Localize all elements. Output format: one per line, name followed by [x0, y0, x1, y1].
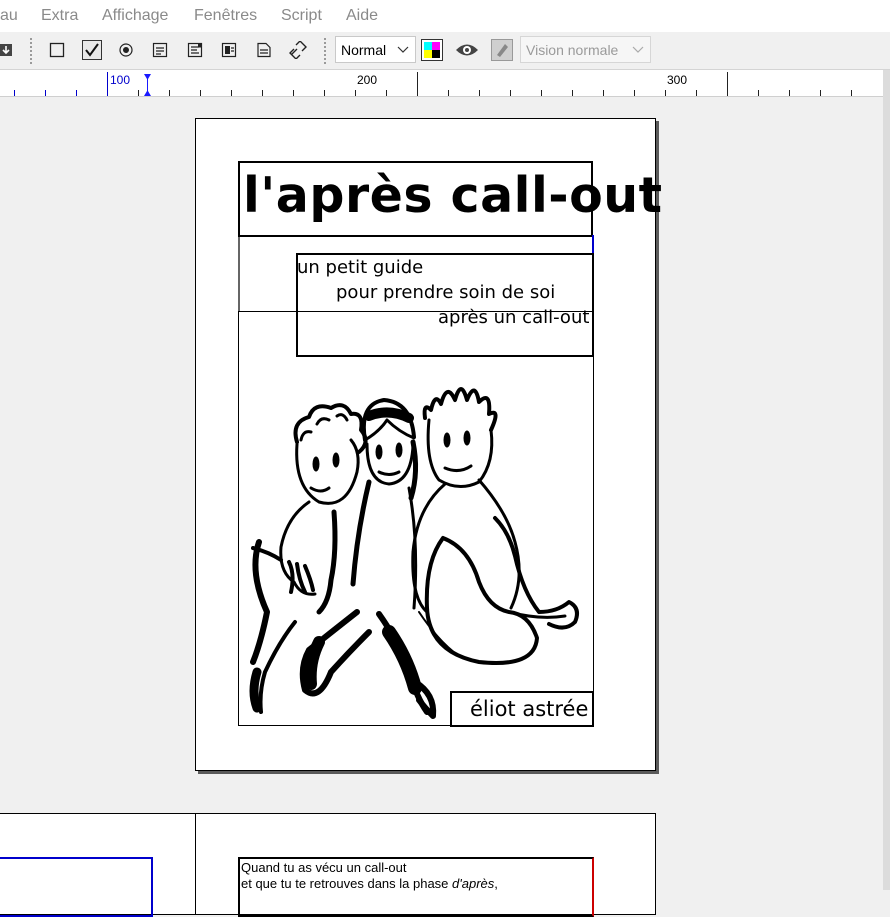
menu-item-aide[interactable]: Aide [346, 7, 378, 25]
menu-item-affichage[interactable]: Affichage [102, 7, 168, 25]
page2-line-2-italic: d'après [452, 876, 495, 891]
ruler-tick [479, 90, 480, 96]
page2-line-2-end: , [494, 876, 498, 891]
import-icon[interactable] [0, 38, 18, 62]
page-left-partial[interactable] [0, 813, 197, 917]
ruler-tick [231, 90, 232, 96]
illustration-three-people [249, 387, 579, 719]
combo-box-icon[interactable] [217, 38, 241, 62]
page-title: l'après call-out [243, 167, 663, 224]
chevron-down-icon [632, 46, 644, 53]
author-frame[interactable]: éliot astrée [450, 691, 594, 727]
subtitle-line-2: pour prendre soin de soi [336, 282, 556, 303]
toolbar: Normal Vision normale [0, 32, 890, 70]
ruler-label-100: 100 [110, 73, 131, 87]
ruler-tick [76, 90, 77, 96]
toolbar-grip[interactable] [30, 38, 32, 64]
page2-line-1: Quand tu as vécu un call-out [241, 860, 407, 875]
image-frame[interactable] [238, 311, 594, 726]
ruler-label-200: 200 [357, 73, 378, 87]
checkbox-icon[interactable] [80, 38, 104, 62]
ruler-tick [603, 90, 604, 96]
ruler-tick [448, 90, 449, 96]
zoom-combo-value: Normal [341, 41, 387, 58]
ruler-label-300: 300 [667, 73, 688, 87]
ruler-tick [262, 90, 263, 96]
menu-item-script[interactable]: Script [281, 7, 322, 25]
page2-text-frame[interactable]: Quand tu as vécu un call-out et que tu t… [238, 857, 594, 917]
ruler-tick [758, 90, 759, 96]
ruler-tick [541, 90, 542, 96]
edit-in-preview-icon[interactable] [490, 38, 514, 62]
toolbar-grip-2[interactable] [324, 38, 326, 64]
ruler-tick [386, 90, 387, 96]
text-field-icon[interactable] [148, 38, 172, 62]
view-mode-combo-value: Vision normale [526, 41, 619, 58]
page-1[interactable]: l'après call-out un petit guide pour pre… [195, 118, 662, 771]
ruler-tick [820, 90, 821, 96]
author-name: éliot astrée [470, 697, 589, 721]
title-frame[interactable]: l'après call-out [238, 161, 662, 237]
menu-item-extra[interactable]: Extra [41, 7, 78, 25]
ruler-tick [138, 90, 139, 96]
ruler-tick [45, 90, 46, 96]
eye-icon[interactable] [455, 38, 479, 62]
frame-edge [238, 235, 240, 311]
ruler-tick [107, 72, 108, 96]
pdf-text-icon[interactable] [252, 38, 276, 62]
ruler-tick [727, 72, 728, 96]
ruler-margin-marker-icon[interactable] [143, 74, 152, 96]
page2-line-2: et que tu te retrouves dans la phase d'a… [241, 876, 498, 891]
view-mode-combo[interactable]: Vision normale [520, 36, 651, 63]
ruler-tick [510, 90, 511, 96]
menu-item-niveau[interactable]: au [0, 7, 18, 25]
vertical-scrollbar[interactable] [883, 70, 890, 890]
ruler-tick [789, 90, 790, 96]
ruler-tick [14, 90, 15, 96]
ruler-tick [355, 90, 356, 96]
ruler-tick [417, 72, 418, 96]
zoom-combo[interactable]: Normal [335, 36, 416, 63]
menu-bar: au Extra Affichage Fenêtres Script Aide [0, 0, 890, 33]
subtitle-line-1: un petit guide [297, 257, 424, 278]
frame-icon[interactable] [45, 38, 69, 62]
horizontal-ruler[interactable]: 100 200 300 [0, 70, 890, 97]
ruler-tick [293, 90, 294, 96]
chevron-down-icon [397, 46, 409, 53]
menu-item-fenetres[interactable]: Fenêtres [194, 7, 257, 25]
radio-icon[interactable] [114, 38, 138, 62]
ruler-tick [634, 90, 635, 96]
ruler-tick [572, 90, 573, 96]
ruler-tick [696, 90, 697, 96]
page-2[interactable]: Quand tu as vécu un call-out et que tu t… [195, 813, 656, 917]
link-icon[interactable] [286, 38, 310, 62]
list-box-icon[interactable] [183, 38, 207, 62]
ruler-tick [200, 90, 201, 96]
ruler-tick [665, 90, 666, 96]
ruler-tick [169, 90, 170, 96]
color-icon[interactable] [420, 38, 444, 62]
ruler-tick [324, 90, 325, 96]
page2-line-2-start: et que tu te retrouves dans la phase [241, 876, 453, 891]
ruler-tick [851, 90, 852, 96]
left-page-frame[interactable] [0, 857, 153, 917]
